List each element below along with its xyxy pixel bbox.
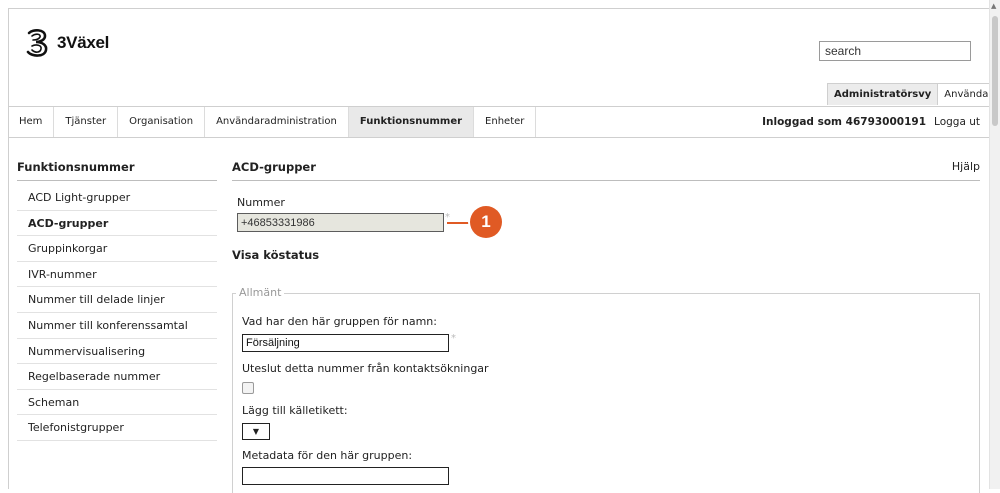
- source-label: Lägg till källetikett:: [242, 404, 348, 417]
- logged-in-user: Inloggad som 46793000191: [762, 116, 927, 128]
- source-select[interactable]: ▼: [242, 423, 270, 440]
- group-name-input[interactable]: [242, 334, 449, 352]
- scroll-up-icon[interactable]: ▲: [991, 2, 996, 10]
- vertical-scrollbar[interactable]: ▲: [989, 0, 1000, 489]
- sidebar-item-konferenssamtal[interactable]: Nummer till konferenssamtal: [17, 313, 217, 339]
- sidebar-item-telefonistgrupper[interactable]: Telefonistgrupper: [17, 415, 217, 441]
- sidebar-item-scheman[interactable]: Scheman: [17, 390, 217, 416]
- tab-administratorsvy[interactable]: Administratörsvy: [828, 84, 939, 105]
- help-link[interactable]: Hjälp: [952, 160, 980, 173]
- sidebar-item-acd-grupper[interactable]: ACD-grupper: [17, 211, 217, 237]
- sidebar-item-acd-light-grupper[interactable]: ACD Light-grupper: [17, 185, 217, 211]
- general-section-legend: Allmänt: [236, 286, 285, 299]
- nav-item-enheter[interactable]: Enheter: [474, 107, 537, 137]
- brand-logo[interactable]: 3Växel: [24, 28, 109, 58]
- sidebar-item-gruppinkorgar[interactable]: Gruppinkorgar: [17, 236, 217, 262]
- exclude-checkbox[interactable]: [242, 382, 254, 394]
- page-title: ACD-grupper: [232, 160, 316, 174]
- callout-badge: 1: [470, 206, 502, 238]
- group-name-label: Vad har den här gruppen för namn:: [242, 315, 437, 328]
- nav-item-funktionsnummer[interactable]: Funktionsnummer: [348, 107, 475, 137]
- logout-link[interactable]: Logga ut: [934, 116, 980, 128]
- main-nav: Hem Tjänster Organisation Användaradmini…: [8, 106, 990, 138]
- sidebar-item-delade-linjer[interactable]: Nummer till delade linjer: [17, 287, 217, 313]
- metadata-label: Metadata för den här gruppen:: [242, 449, 413, 462]
- user-area: Inloggad som 46793000191 Logga ut: [762, 107, 990, 137]
- metadata-input[interactable]: [242, 467, 449, 485]
- nav-item-organisation[interactable]: Organisation: [118, 107, 206, 137]
- nav-item-anvandaradministration[interactable]: Användaradministration: [205, 107, 349, 137]
- number-label: Nummer: [237, 196, 285, 209]
- nav-item-tjanster[interactable]: Tjänster: [54, 107, 119, 137]
- sidebar-item-regelbaserade-nummer[interactable]: Regelbaserade nummer: [17, 364, 217, 390]
- main-divider: [232, 180, 980, 181]
- sidebar-title: Funktionsnummer: [17, 160, 135, 174]
- sidebar-item-nummervisualisering[interactable]: Nummervisualisering: [17, 339, 217, 365]
- sidebar-item-ivr-nummer[interactable]: IVR-nummer: [17, 262, 217, 288]
- scrollbar-thumb[interactable]: [992, 16, 998, 126]
- view-switcher: Administratörsvy Användarvy: [827, 83, 1000, 105]
- sidebar-menu: ACD Light-grupper ACD-grupper Gruppinkor…: [17, 185, 217, 441]
- required-marker: *: [451, 333, 456, 344]
- search-input[interactable]: [819, 41, 971, 61]
- chevron-down-icon: ▼: [252, 427, 260, 436]
- queue-status-link[interactable]: Visa köstatus: [232, 248, 319, 262]
- sidebar-divider: [17, 180, 217, 181]
- exclude-label: Uteslut detta nummer från kontaktsökning…: [242, 362, 489, 375]
- brand-name: 3Växel: [57, 33, 110, 52]
- nav-item-hem[interactable]: Hem: [8, 107, 55, 137]
- number-field[interactable]: [237, 213, 444, 232]
- three-logo-icon: [26, 29, 48, 57]
